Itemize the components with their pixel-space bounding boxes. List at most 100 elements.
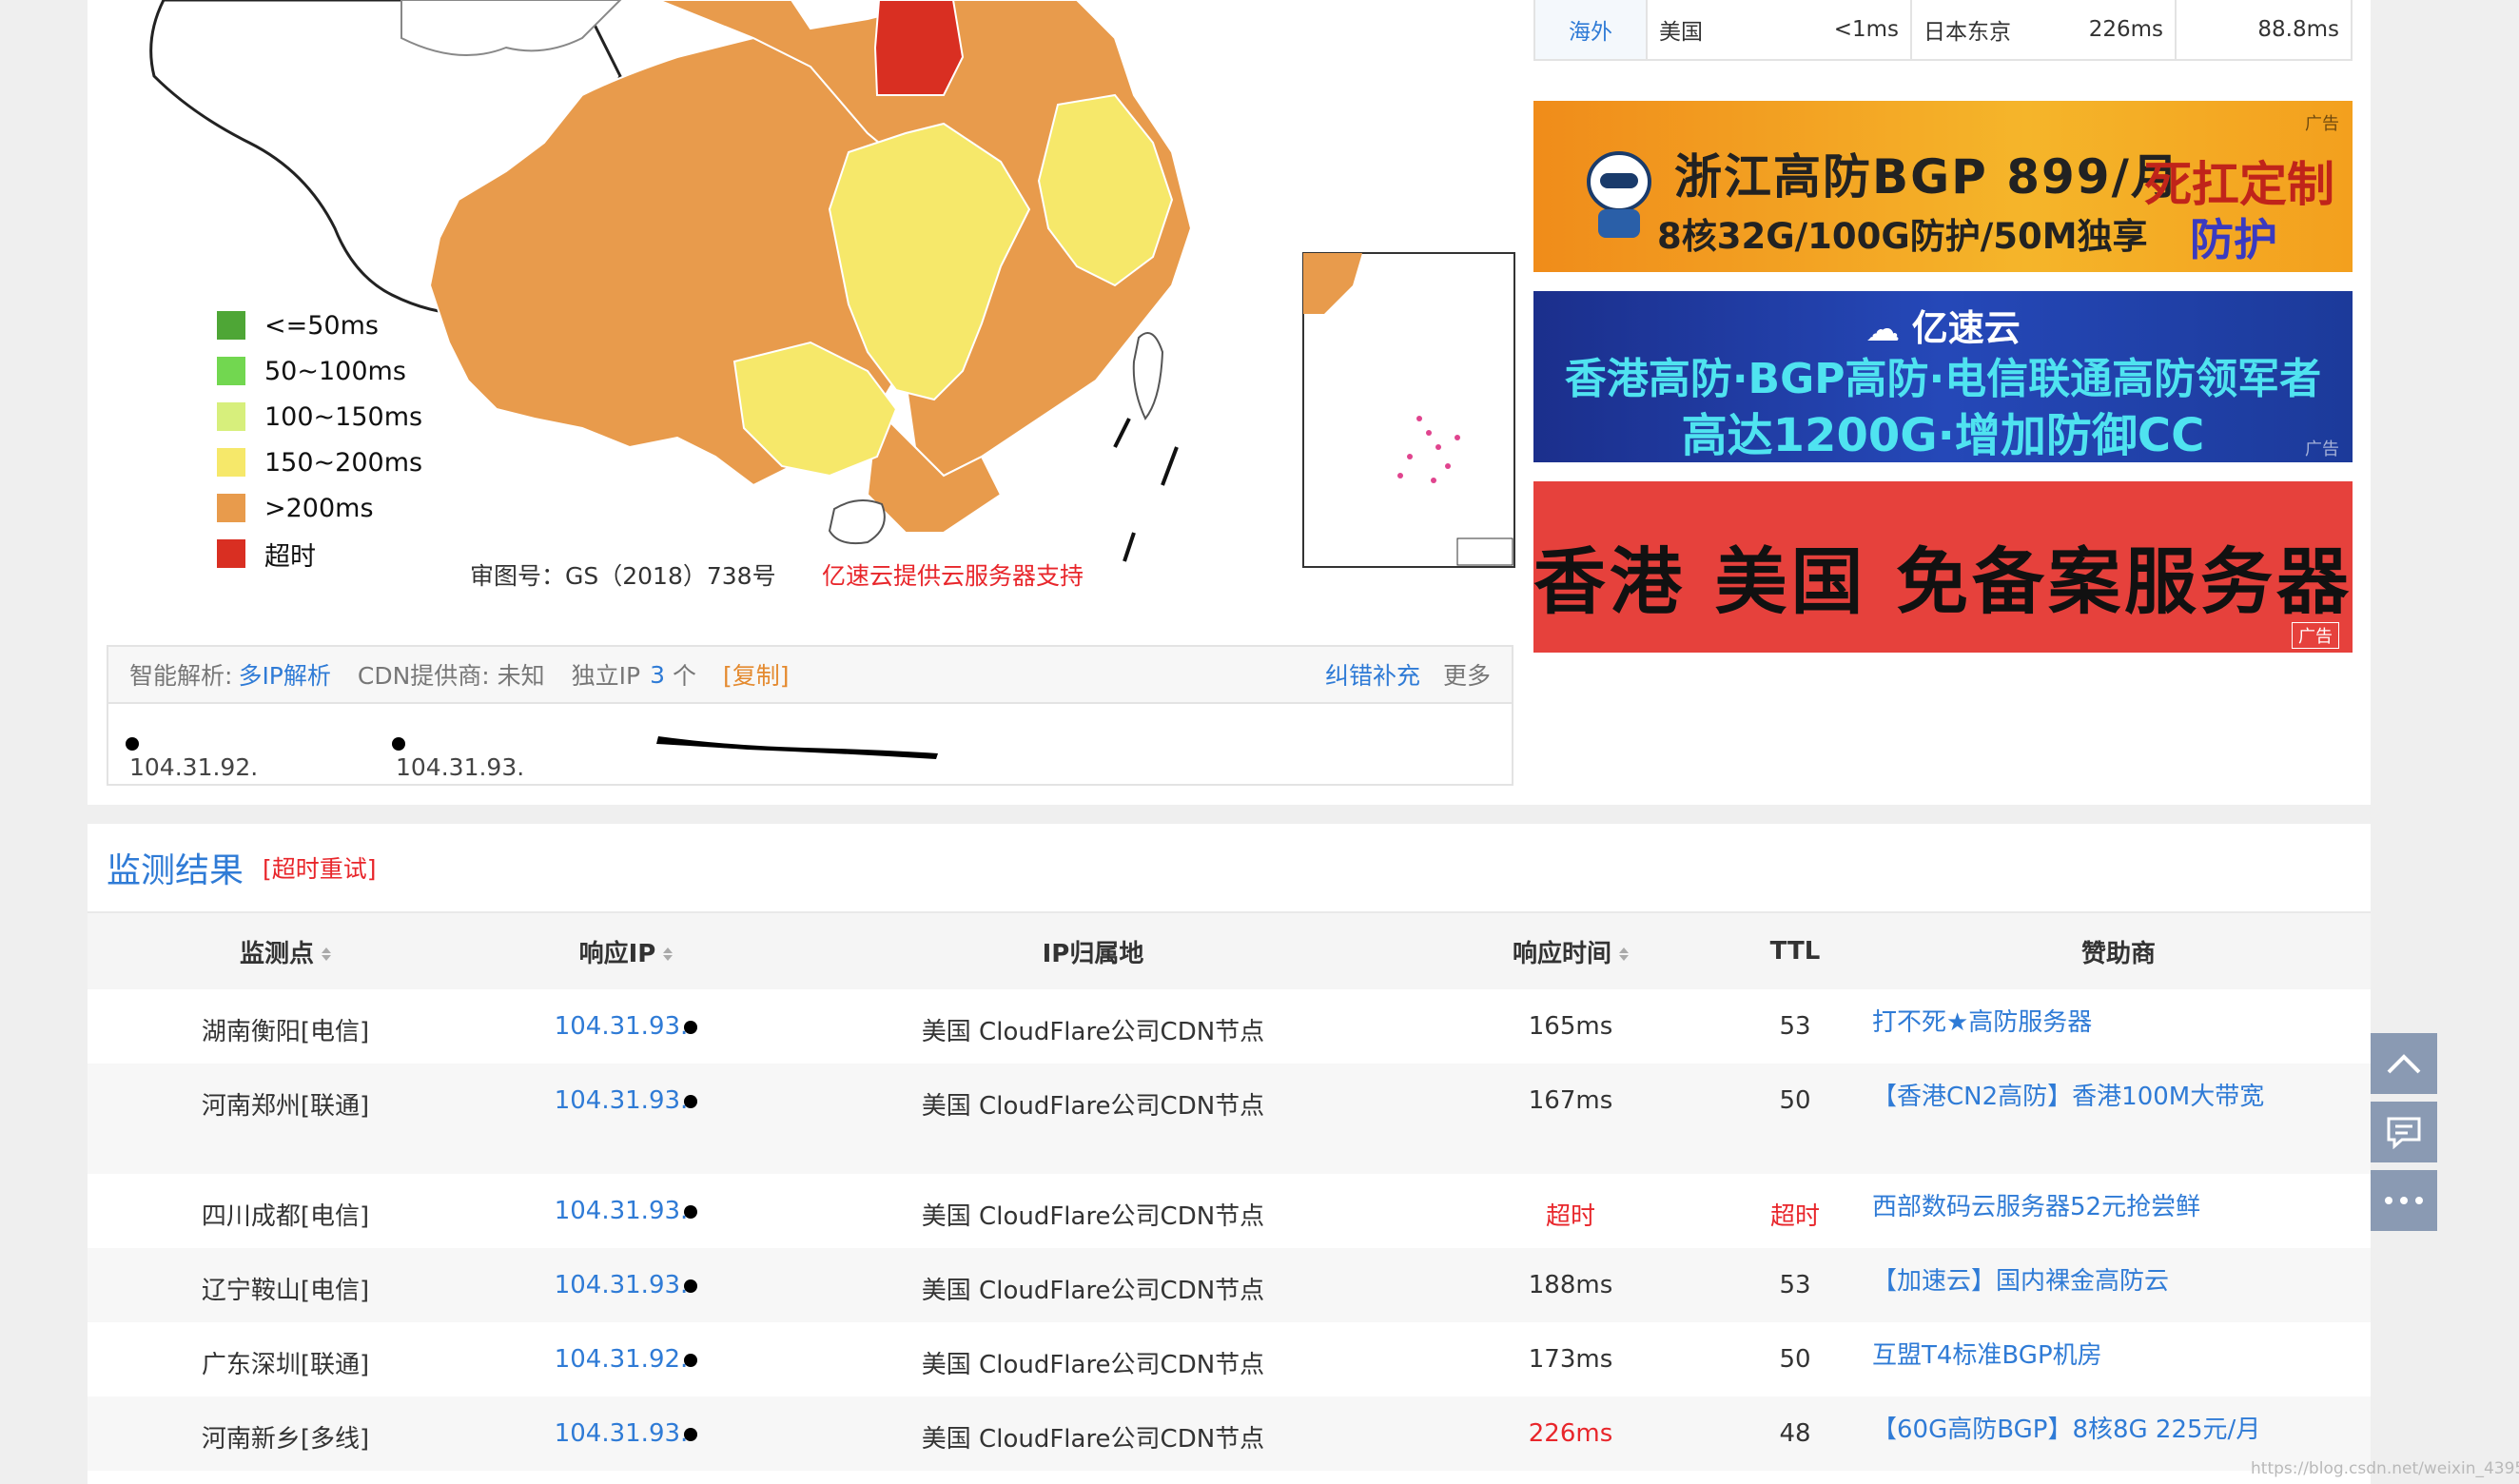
response-time: 226ms	[1528, 1419, 1613, 1448]
col-monitor-point[interactable]: 监测点	[88, 913, 483, 989]
map-legend: <=50ms 50~100ms 100~150ms 150~200ms >200…	[217, 303, 422, 576]
col-ttl: TTL	[1724, 913, 1866, 989]
redaction-dot	[684, 1020, 698, 1034]
sponsor-link[interactable]: 【加速云】国内裸金高防云	[1866, 1248, 2371, 1322]
smart-resolve-label: 智能解析:	[129, 662, 233, 690]
table-row: 辽宁鞍山[电信] 104.31.93. 美国 CloudFlare公司CDN节点…	[88, 1248, 2371, 1322]
unique-ip-count: 3	[650, 660, 666, 689]
cdn-provider: CDN提供商: 未知	[357, 662, 545, 690]
legend-swatch	[217, 402, 245, 431]
col-response-ip[interactable]: 响应IP	[483, 913, 769, 989]
response-ip[interactable]: 104.31.93.	[483, 1248, 769, 1322]
map-sponsor-link[interactable]: 亿速云提供云服务器支持	[822, 557, 1084, 592]
sponsor-link[interactable]: 西部数码云服务器52元抢尝鲜	[1866, 1174, 2371, 1248]
sponsor-link[interactable]: 【香港CN2高防】香港100M大带宽	[1866, 1064, 2371, 1174]
legend-label: 超时	[264, 541, 316, 572]
response-time: 173ms	[1528, 1345, 1613, 1374]
ttl: 超时	[1769, 1202, 1820, 1231]
more-dots-icon	[2385, 1197, 2423, 1204]
ip-info-box: 智能解析: 多IP解析 CDN提供商: 未知 独立IP 3 个 [复制] 纠错补…	[107, 645, 1513, 786]
ip-text: 104.31.92.	[554, 1345, 689, 1374]
copy-button[interactable]: [复制]	[723, 657, 790, 692]
ip-text: 104.31.92.	[129, 753, 259, 781]
chevron-up-icon	[2387, 1054, 2421, 1074]
back-to-top-button[interactable]	[2371, 1033, 2437, 1094]
feedback-button[interactable]	[2371, 1102, 2437, 1162]
ip-address[interactable]: 104.31.93.	[392, 729, 524, 781]
table-row: 四川成都[电信] 104.31.93. 美国 CloudFlare公司CDN节点…	[88, 1174, 2371, 1248]
overseas-city-cell: 日本东京 226ms	[1912, 0, 2177, 59]
response-time: 超时	[1545, 1202, 1595, 1231]
sort-icon[interactable]	[663, 946, 674, 963]
ad1-subline: 8核32G/100G防护/50M独享	[1657, 216, 2148, 257]
ad-banner-zhejiang-bgp[interactable]: 广告 浙江高防BGP 899/月 8核32G/100G防护/50M独享 死扛定制…	[1533, 101, 2353, 272]
legend-label: 150~200ms	[264, 447, 423, 478]
legend-label: >200ms	[264, 493, 374, 523]
redaction-dot	[684, 1427, 698, 1441]
legend-swatch	[217, 494, 245, 522]
sponsor-link[interactable]: 打不死★高防服务器	[1866, 989, 2371, 1064]
table-header-row: 监测点 响应IP IP归属地 响应时间 TTL 赞助商	[88, 913, 2371, 989]
ad1-headline: 浙江高防BGP 899/月	[1674, 149, 2180, 205]
ip-address[interactable]: 104.31.92.	[126, 729, 258, 781]
more-link[interactable]: 更多	[1443, 657, 1491, 692]
ip-info-header: 智能解析: 多IP解析 CDN提供商: 未知 独立IP 3 个 [复制] 纠错补…	[108, 647, 1512, 704]
legend-swatch	[217, 539, 245, 568]
ad2-headline: 香港高防·BGP高防·电信联通高防领军者	[1564, 355, 2322, 403]
unique-ip-unit: 个	[673, 662, 697, 690]
col-label: IP归属地	[1042, 939, 1144, 968]
redaction-dot	[684, 1353, 698, 1367]
response-ip[interactable]: 104.31.93.	[483, 1174, 769, 1248]
col-label: 响应IP	[578, 939, 656, 968]
ip-location: 美国 CloudFlare公司CDN节点	[921, 1351, 1265, 1379]
more-options-button[interactable]	[2371, 1170, 2437, 1231]
ttl: 50	[1779, 1086, 1811, 1115]
sponsor-link[interactable]: 互盟T4标准BGP机房	[1866, 1322, 2371, 1396]
ad1-side-sub: 防护	[2190, 214, 2277, 265]
legend-swatch	[217, 448, 245, 477]
ad-banner-hk-us-server[interactable]: 香港 美国 免备案服务器 广告	[1533, 481, 2353, 653]
col-response-time[interactable]: 响应时间	[1417, 913, 1724, 989]
ttl: 50	[1779, 1345, 1811, 1374]
overseas-summary-row: 海外 美国 <1ms 日本东京 226ms 88.8ms	[1533, 0, 2353, 61]
latency-map: <=50ms 50~100ms 100~150ms 150~200ms >200…	[88, 0, 1516, 628]
report-link[interactable]: 纠错补充	[1325, 657, 1420, 692]
ad-tag: 广告	[2305, 439, 2339, 459]
ad2-brand: ☁ 亿速云	[1533, 299, 2353, 351]
legend-item: 150~200ms	[217, 439, 422, 485]
monitor-point: 广东深圳[联通]	[201, 1351, 370, 1379]
ip-location: 美国 CloudFlare公司CDN节点	[921, 1277, 1265, 1305]
response-ip[interactable]: 104.31.93.	[483, 1396, 769, 1471]
watermark: https://blog.csdn.net/weixin_4395...	[2251, 1459, 2519, 1478]
ip-location: 美国 CloudFlare公司CDN节点	[921, 1425, 1265, 1454]
response-ip[interactable]: 104.31.92.	[483, 1322, 769, 1396]
comment-icon	[2387, 1117, 2421, 1149]
tab-overseas[interactable]: 海外	[1535, 0, 1648, 59]
smart-resolve-value[interactable]: 多IP解析	[238, 657, 330, 692]
legend-item: <=50ms	[217, 303, 422, 348]
ip-text: 104.31.93.	[554, 1012, 689, 1041]
monitor-point: 河南郑州[联通]	[201, 1092, 370, 1121]
monitor-table: 监测点 响应IP IP归属地 响应时间 TTL 赞助商 湖南衡阳[电信] 104…	[88, 913, 2371, 1471]
legend-label: 50~100ms	[264, 356, 406, 386]
ad2-brand-text: 亿速云	[1911, 307, 2021, 349]
ad3-headline: 香港 美国 免备案服务器	[1533, 539, 2353, 624]
sort-icon[interactable]	[322, 946, 331, 963]
ad-banner-yisu-hk[interactable]: ☁ 亿速云 香港高防·BGP高防·电信联通高防领军者 高达1200G·增加防御C…	[1533, 291, 2353, 462]
col-label: TTL	[1769, 937, 1821, 966]
sort-icon[interactable]	[1619, 946, 1629, 963]
ttl: 48	[1779, 1419, 1811, 1448]
col-label: 监测点	[239, 939, 314, 968]
overseas-avg-cell: 88.8ms	[2177, 0, 2351, 59]
table-row: 河南郑州[联通] 104.31.93. 美国 CloudFlare公司CDN节点…	[88, 1064, 2371, 1174]
response-time: 167ms	[1528, 1086, 1613, 1115]
table-row: 广东深圳[联通] 104.31.92. 美国 CloudFlare公司CDN节点…	[88, 1322, 2371, 1396]
timeout-retry-button[interactable]: [超时重试]	[263, 850, 377, 885]
overseas-region-time: <1ms	[1833, 17, 1899, 42]
legend-label: 100~150ms	[264, 401, 423, 432]
response-ip[interactable]: 104.31.93.	[483, 1064, 769, 1174]
overseas-region-cell: 美国 <1ms	[1648, 0, 1912, 59]
response-ip[interactable]: 104.31.93.	[483, 989, 769, 1064]
monitor-point: 河南新乡[多线]	[201, 1425, 370, 1454]
ip-text: 104.31.93.	[554, 1197, 689, 1225]
